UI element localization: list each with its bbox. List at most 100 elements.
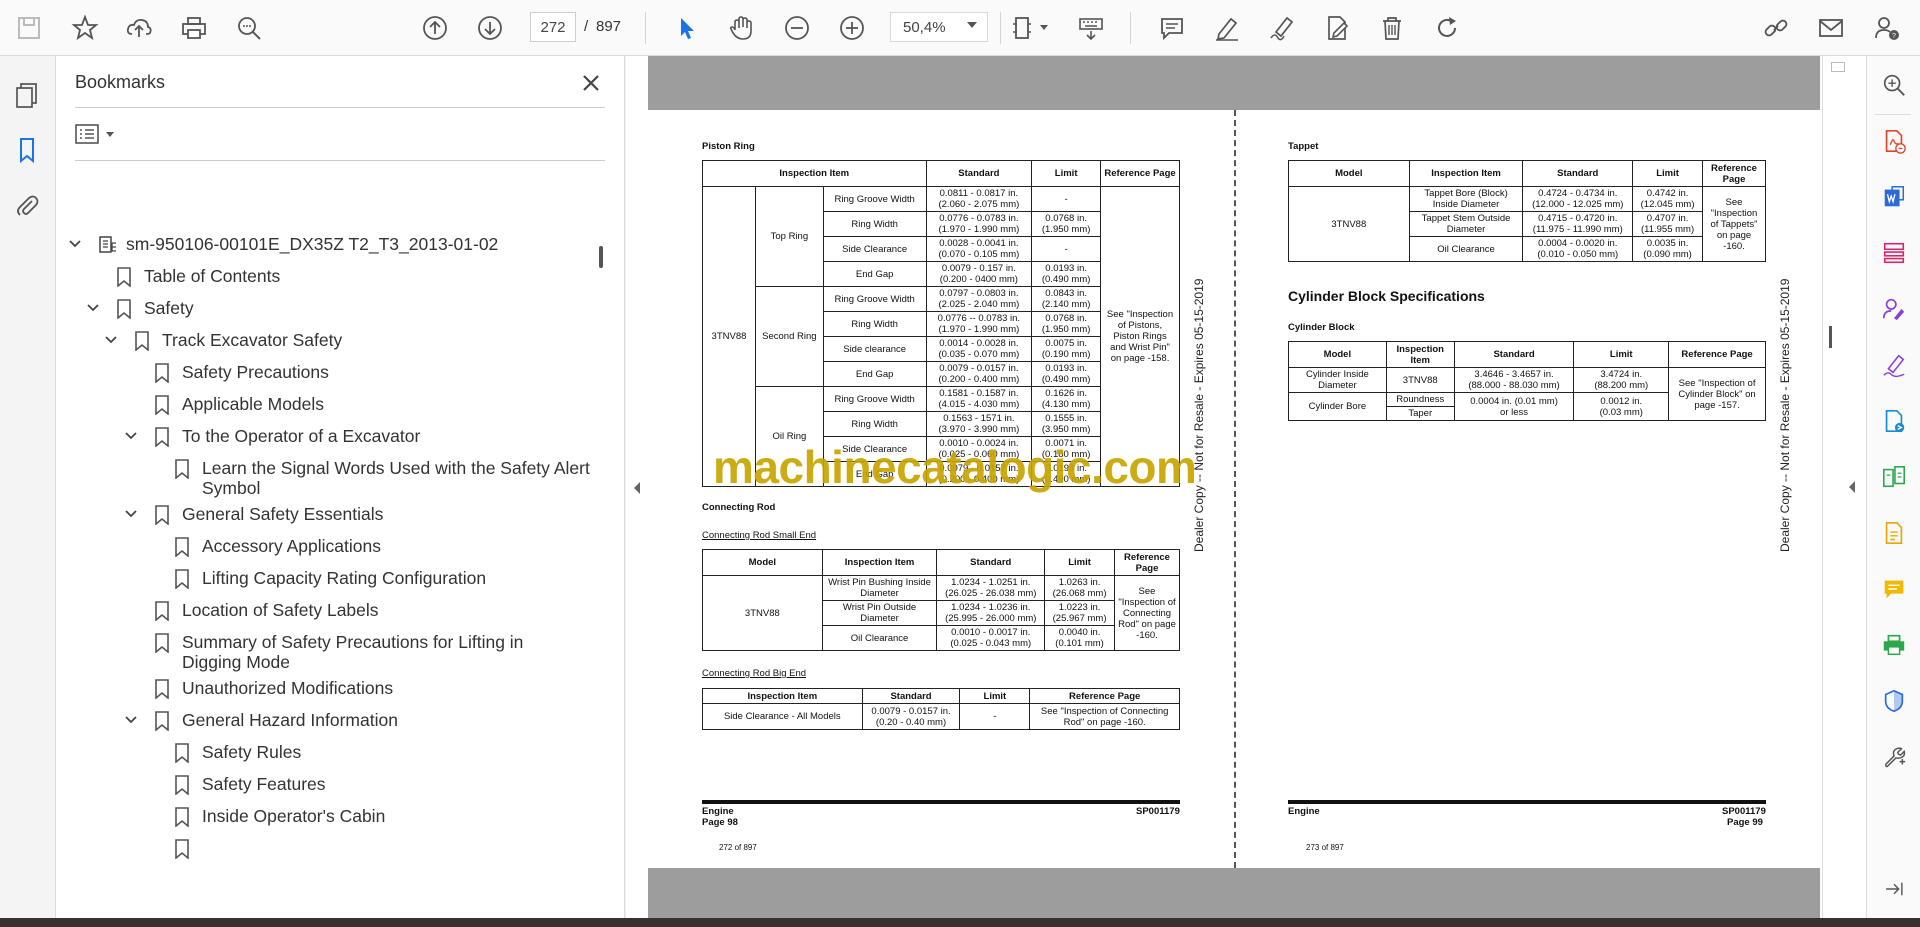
- bookmark-label: Applicable Models: [182, 394, 325, 414]
- select-cursor-icon[interactable]: [668, 9, 706, 47]
- table-header: Limit: [959, 688, 1031, 704]
- chevron-down-icon[interactable]: [66, 235, 84, 253]
- page-separator: /: [584, 18, 589, 35]
- chevron-down-icon[interactable]: [122, 505, 140, 523]
- table-cell: Tappet Stem Outside Diameter: [1408, 211, 1524, 237]
- table-header: Limit: [1632, 160, 1703, 187]
- footer-code: SP001179: [1136, 806, 1180, 817]
- chevron-down-icon[interactable]: [84, 299, 102, 317]
- subsection-title-small-end: Connecting Rod Small End: [702, 530, 817, 541]
- next-page-icon[interactable]: [471, 9, 509, 47]
- edit-pdf-icon[interactable]: [1877, 516, 1911, 550]
- scrollbar-thumb[interactable]: [599, 246, 603, 268]
- chevron-down-icon[interactable]: [122, 711, 140, 729]
- bookmark-label: Accessory Applications: [202, 536, 381, 556]
- page-thumbnails-icon[interactable]: [8, 76, 46, 114]
- table-cell: Ring Groove Width: [822, 386, 927, 412]
- draw-freehand-icon[interactable]: [1263, 9, 1301, 47]
- footer-section: Engine: [702, 806, 734, 817]
- bookmark-icon: [175, 839, 189, 859]
- table-cell-model: 3TNV88: [1288, 186, 1410, 262]
- taskbar-edge: [0, 918, 1920, 927]
- fill-sign-icon[interactable]: [1877, 292, 1911, 326]
- trash-icon[interactable]: [1373, 9, 1411, 47]
- sign-pen-icon[interactable]: [1877, 348, 1911, 382]
- find-zoom-icon[interactable]: [230, 9, 268, 47]
- main-toolbar: 272 / 897 50,4% ?: [0, 0, 1920, 56]
- bookmark-icon: [155, 679, 169, 699]
- table-cell: 1.0234 - 1.0236 in. (25.995 - 26.000 mm): [936, 600, 1046, 626]
- hand-tool-icon[interactable]: [722, 9, 760, 47]
- print-icon[interactable]: [175, 9, 213, 47]
- table-cell: 0.1581 - 0.1587 in. (4.015 - 4.030 mm): [925, 386, 1033, 412]
- table-cell-model: 3TNV88: [702, 575, 823, 651]
- share-link-icon[interactable]: [1757, 9, 1795, 47]
- document-scrollbar[interactable]: [1822, 56, 1866, 918]
- bookmark-options-button[interactable]: [74, 120, 118, 148]
- keyboard-scroll-icon[interactable]: [1072, 9, 1110, 47]
- bookmarks-panel: Bookmarks sm-950106-00101E_DX35Z T2_T3_2…: [56, 56, 625, 918]
- star-icon[interactable]: [66, 9, 104, 47]
- compare-files-icon[interactable]: [1877, 460, 1911, 494]
- table-cell: 3.4724 in. (88.200 mm): [1573, 367, 1670, 393]
- comment-panel-icon[interactable]: [1877, 572, 1911, 606]
- bookmark-label: Safety Features: [202, 774, 326, 794]
- zoom-search-icon[interactable]: [1877, 68, 1911, 102]
- chevron-down-icon[interactable]: [102, 331, 120, 349]
- redo-icon[interactable]: [1428, 9, 1466, 47]
- zoom-out-icon[interactable]: [778, 9, 816, 47]
- scrollbar-thumb[interactable]: [1829, 326, 1832, 348]
- send-for-review-icon[interactable]: [1877, 404, 1911, 438]
- bookmark-icon: [117, 267, 131, 287]
- upload-cloud-icon[interactable]: [120, 9, 158, 47]
- print-production-icon[interactable]: [1877, 628, 1911, 662]
- table-cell: 0.0012 in. (0.03 mm): [1573, 392, 1670, 421]
- table-header: Model: [702, 549, 823, 576]
- bookmark-icon: [175, 459, 189, 479]
- bookmarks-tree: sm-950106-00101E_DX35Z T2_T3_2013-01-02 …: [56, 166, 596, 918]
- bookmark-label: Safety Precautions: [182, 362, 329, 382]
- table-cell: 0.0079 - 0.157 in. (0.200 - 0400 mm): [925, 261, 1033, 287]
- table-cell: 0.0768 in. (1.950 mm): [1031, 311, 1102, 337]
- bookmark-icon: [155, 633, 169, 653]
- bookmarks-icon[interactable]: [8, 131, 46, 169]
- save-icon[interactable]: [10, 9, 48, 47]
- chevron-down-icon[interactable]: [1040, 25, 1048, 30]
- zoom-level-dropdown[interactable]: 50,4%: [890, 12, 988, 42]
- scroll-up-button[interactable]: [1831, 62, 1845, 72]
- bookmarks-panel-title: Bookmarks: [75, 72, 166, 92]
- highlight-pen-icon[interactable]: [1208, 9, 1246, 47]
- zoom-level-value: 50,4%: [903, 18, 946, 36]
- table-cell: 1.0263 in. (26.068 mm): [1044, 575, 1115, 601]
- bookmark-icon: [135, 331, 149, 351]
- bookmarks-scrollbar[interactable]: [597, 166, 607, 918]
- edit-document-icon[interactable]: [1318, 9, 1356, 47]
- tools-rail: [1866, 56, 1920, 918]
- protect-shield-icon[interactable]: [1877, 684, 1911, 718]
- collapse-tools-icon[interactable]: [1877, 872, 1911, 906]
- export-word-icon[interactable]: [1877, 180, 1911, 214]
- zoom-in-icon[interactable]: [833, 9, 871, 47]
- bookmark-label: Inside Operator's Cabin: [202, 806, 386, 826]
- table-header: Standard: [925, 160, 1033, 187]
- mail-icon[interactable]: [1812, 9, 1850, 47]
- table-cell: 0.0004 in. (0.01 mm) or less: [1453, 392, 1575, 421]
- subsection-title-big-end: Connecting Rod Big End: [702, 668, 807, 679]
- chevron-down-icon[interactable]: [122, 427, 140, 445]
- account-help-icon[interactable]: ?: [1868, 9, 1906, 47]
- tappet-table: Model Inspection Item Standard Limit Ref…: [1288, 160, 1766, 262]
- collapse-left-panel-icon[interactable]: [632, 481, 642, 495]
- comment-icon[interactable]: [1153, 9, 1191, 47]
- export-pdf-icon[interactable]: [1877, 124, 1911, 158]
- page-number-input[interactable]: 272: [530, 12, 576, 42]
- close-panel-button[interactable]: [576, 68, 606, 98]
- expand-right-panel-icon[interactable]: [1847, 480, 1857, 494]
- more-tools-icon[interactable]: [1877, 740, 1911, 774]
- table-header: Reference Page: [1029, 688, 1180, 704]
- page-fit-icon[interactable]: [1005, 9, 1043, 47]
- previous-page-icon[interactable]: [416, 9, 454, 47]
- bookmark-label: Unauthorized Modifications: [182, 678, 394, 698]
- table-cell-reference: See "Inspection of Connecting Rod" on pa…: [1029, 703, 1180, 730]
- organize-pages-icon[interactable]: [1877, 236, 1911, 270]
- attachments-icon[interactable]: [8, 186, 46, 224]
